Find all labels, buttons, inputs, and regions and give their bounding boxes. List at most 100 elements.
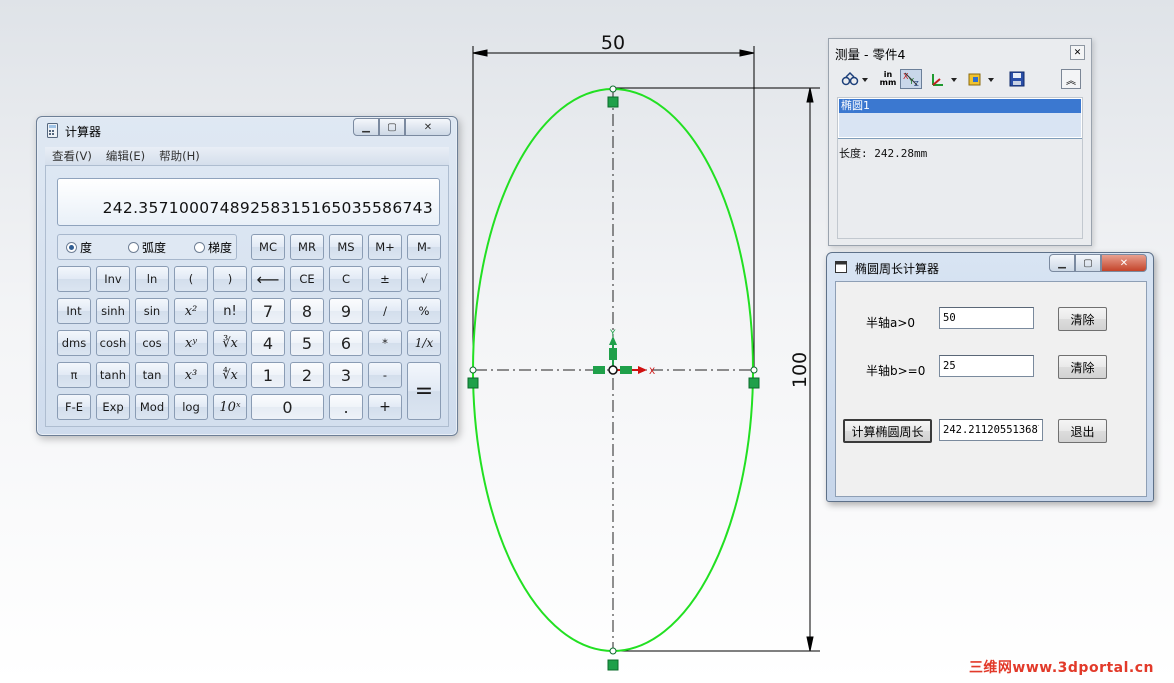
exit-button[interactable]: 退出 [1058,419,1107,443]
key-sinh[interactable]: sinh [96,298,130,324]
key-open-paren[interactable]: ( [174,266,208,292]
key-close-paren[interactable]: ) [213,266,247,292]
key-mod[interactable]: Mod [135,394,169,420]
key-exp[interactable]: Exp [96,394,130,420]
key-ms[interactable]: MS [329,234,363,260]
selection-list[interactable]: 椭圆1 [837,97,1083,139]
minimize-button[interactable]: ▁ [353,118,379,136]
key-factorial[interactable]: n! [213,298,247,324]
semi-axis-b-input[interactable] [939,355,1034,377]
key-tanh[interactable]: tanh [96,362,130,388]
key-log[interactable]: log [174,394,208,420]
key-plus-minus[interactable]: ± [368,266,402,292]
maximize-button[interactable]: ▢ [1075,254,1101,272]
clear-a-button[interactable]: 清除 [1058,307,1107,331]
key-dms[interactable]: dms [57,330,91,356]
key-mr[interactable]: MR [290,234,324,260]
key-y-root-x[interactable]: ∜x [213,362,247,388]
key-cos[interactable]: cos [135,330,169,356]
selection-list-area [839,113,1081,137]
close-button[interactable]: ✕ [405,118,451,136]
coordinate-system-button[interactable] [927,69,961,89]
key-m-minus[interactable]: M- [407,234,441,260]
menu-view[interactable]: 查看(V) [52,148,92,164]
origin-triad-icon[interactable]: X Y [593,329,655,377]
close-icon: ✕ [1119,257,1129,269]
menu-edit[interactable]: 编辑(E) [106,148,145,164]
radio-degrees[interactable]: 度 [66,239,92,256]
key-int[interactable]: Int [57,298,91,324]
key-divide[interactable]: / [368,298,402,324]
calculator-window[interactable]: 计算器 ▁ ▢ ✕ 查看(V) 编辑(E) 帮助(H) 242.35710007… [36,116,458,436]
key-mc[interactable]: MC [251,234,285,260]
calculator-title: 计算器 [65,125,102,139]
key-blank[interactable] [57,266,91,292]
key-x-power-y[interactable]: xʸ [174,330,208,356]
projection-button[interactable] [965,69,999,89]
key-7[interactable]: 7 [251,298,285,324]
key-6[interactable]: 6 [329,330,363,356]
key-reciprocal[interactable]: 1/x [407,330,441,356]
key-ten-power-x[interactable]: 10ˣ [213,394,247,420]
key-sin[interactable]: sin [135,298,169,324]
measure-close-button[interactable]: ✕ [1070,45,1085,60]
radio-gradians-label: 梯度 [208,240,233,255]
maximize-button[interactable]: ▢ [379,118,405,136]
units-button[interactable]: in mm [877,69,899,89]
key-m-plus[interactable]: M+ [368,234,402,260]
arc-measure-button[interactable] [839,69,873,89]
key-x-cubed[interactable]: x³ [174,362,208,388]
key-8[interactable]: 8 [290,298,324,324]
key-decimal[interactable]: . [329,394,363,420]
key-backspace[interactable]: ⟵ [251,266,285,292]
selection-item[interactable]: 椭圆1 [839,99,1081,113]
key-c[interactable]: C [329,266,363,292]
key-0[interactable]: 0 [251,394,324,420]
key-inv[interactable]: Inv [96,266,130,292]
key-ce[interactable]: CE [290,266,324,292]
radio-radians[interactable]: 弧度 [128,239,166,256]
key-2[interactable]: 2 [290,362,324,388]
ellipse-dialog-title: 椭圆周长计算器 [855,262,940,276]
key-3[interactable]: 3 [329,362,363,388]
key-5[interactable]: 5 [290,330,324,356]
minimize-button[interactable]: ▁ [1049,254,1075,272]
key-multiply[interactable]: * [368,330,402,356]
xyz-button[interactable]: X Y Z [900,69,922,89]
clear-b-button[interactable]: 清除 [1058,355,1107,379]
angle-mode-group: 度 弧度 梯度 [57,234,237,260]
collapse-button[interactable]: ︽ [1061,69,1081,89]
key-4[interactable]: 4 [251,330,285,356]
key-9[interactable]: 9 [329,298,363,324]
measure-toolbar: in mm X Y Z ︽ [837,67,1083,91]
key-cube-root[interactable]: ∛x [213,330,247,356]
key-sqrt[interactable]: √ [407,266,441,292]
semi-axis-a-input[interactable] [939,307,1034,329]
radio-dot [194,241,206,253]
key-1[interactable]: 1 [251,362,285,388]
key-percent[interactable]: % [407,298,441,324]
key-x-squared[interactable]: x² [174,298,208,324]
key-add[interactable]: + [368,394,402,420]
key-cosh[interactable]: cosh [96,330,130,356]
maximize-icon: ▢ [387,121,397,133]
semi-axis-a-label: 半轴a>0 [866,316,916,330]
key-fe[interactable]: F-E [57,394,91,420]
key-pi[interactable]: π [57,362,91,388]
key-equals[interactable]: = [407,362,441,420]
menu-help[interactable]: 帮助(H) [159,148,200,164]
minimize-icon: ▁ [1058,257,1066,269]
coordinate-system-icon [932,74,957,86]
calculate-perimeter-button[interactable]: 计算椭圆周长 [843,419,932,443]
close-button[interactable]: ✕ [1101,254,1147,272]
perimeter-result-field[interactable] [939,419,1043,441]
measure-window[interactable]: 测量 - 零件4 ✕ in mm X Y Z ︽ 椭圆1 长度: 242.28m… [828,38,1092,246]
key-subtract[interactable]: - [368,362,402,388]
ellipse-calculator-window[interactable]: 椭圆周长计算器 ▁ ▢ ✕ 半轴a>0 清除 半轴b>=0 清除 计算椭圆周长 … [826,252,1154,502]
save-button[interactable] [1007,69,1027,89]
dimension-height-value: 100 [789,352,811,388]
key-tan[interactable]: tan [135,362,169,388]
calculator-titlebar[interactable]: 计算器 ▁ ▢ ✕ [37,117,457,145]
key-ln[interactable]: ln [135,266,169,292]
radio-gradians[interactable]: 梯度 [194,239,232,256]
